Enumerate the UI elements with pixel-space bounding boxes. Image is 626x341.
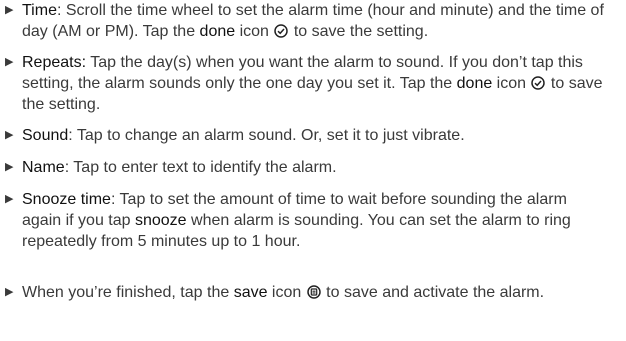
list-item-name: ▶ Name: Tap to enter text to identify th… bbox=[0, 157, 610, 178]
bullet-icon: ▶ bbox=[5, 193, 14, 205]
bullet-icon: ▶ bbox=[5, 56, 14, 68]
list-item-time: ▶ Time: Scroll the time wheel to set the… bbox=[0, 0, 610, 42]
item-term: Time bbox=[22, 2, 57, 19]
item-term: Snooze time bbox=[22, 191, 111, 208]
list-item-snooze-time: ▶ Snooze time: Tap to set the amount of … bbox=[0, 189, 610, 252]
item-term: Sound bbox=[22, 127, 69, 144]
item-text: Time: Scroll the time wheel to set the a… bbox=[22, 2, 604, 40]
item-text: Snooze time: Tap to set the amount of ti… bbox=[22, 191, 571, 250]
bullet-icon: ▶ bbox=[5, 286, 14, 298]
snooze-keyword: snooze bbox=[134, 212, 187, 229]
checkmark-circle-icon bbox=[531, 76, 546, 90]
item-text: Sound: Tap to change an alarm sound. Or,… bbox=[22, 127, 465, 144]
list-item-sound: ▶ Sound: Tap to change an alarm sound. O… bbox=[0, 125, 610, 146]
save-circle-icon bbox=[306, 285, 321, 299]
instruction-list: ▶ Time: Scroll the time wheel to set the… bbox=[0, 0, 626, 341]
list-item-finish: ▶ When you’re finished, tap the save ico… bbox=[0, 282, 610, 303]
done-keyword: done bbox=[199, 23, 236, 40]
item-text: When you’re finished, tap the save icon … bbox=[22, 284, 545, 301]
checkmark-circle-icon bbox=[274, 24, 289, 38]
save-keyword: save bbox=[233, 284, 268, 301]
bullet-icon: ▶ bbox=[5, 4, 14, 16]
item-term: Name bbox=[22, 159, 65, 176]
item-text: Name: Tap to enter text to identify the … bbox=[22, 159, 337, 176]
bullet-icon: ▶ bbox=[5, 161, 14, 173]
bullet-icon: ▶ bbox=[5, 129, 14, 141]
item-text: Repeats: Tap the day(s) when you want th… bbox=[22, 54, 603, 113]
item-term: Repeats: bbox=[22, 54, 87, 71]
done-keyword: done bbox=[456, 75, 493, 92]
list-item-repeats: ▶ Repeats: Tap the day(s) when you want … bbox=[0, 52, 610, 115]
